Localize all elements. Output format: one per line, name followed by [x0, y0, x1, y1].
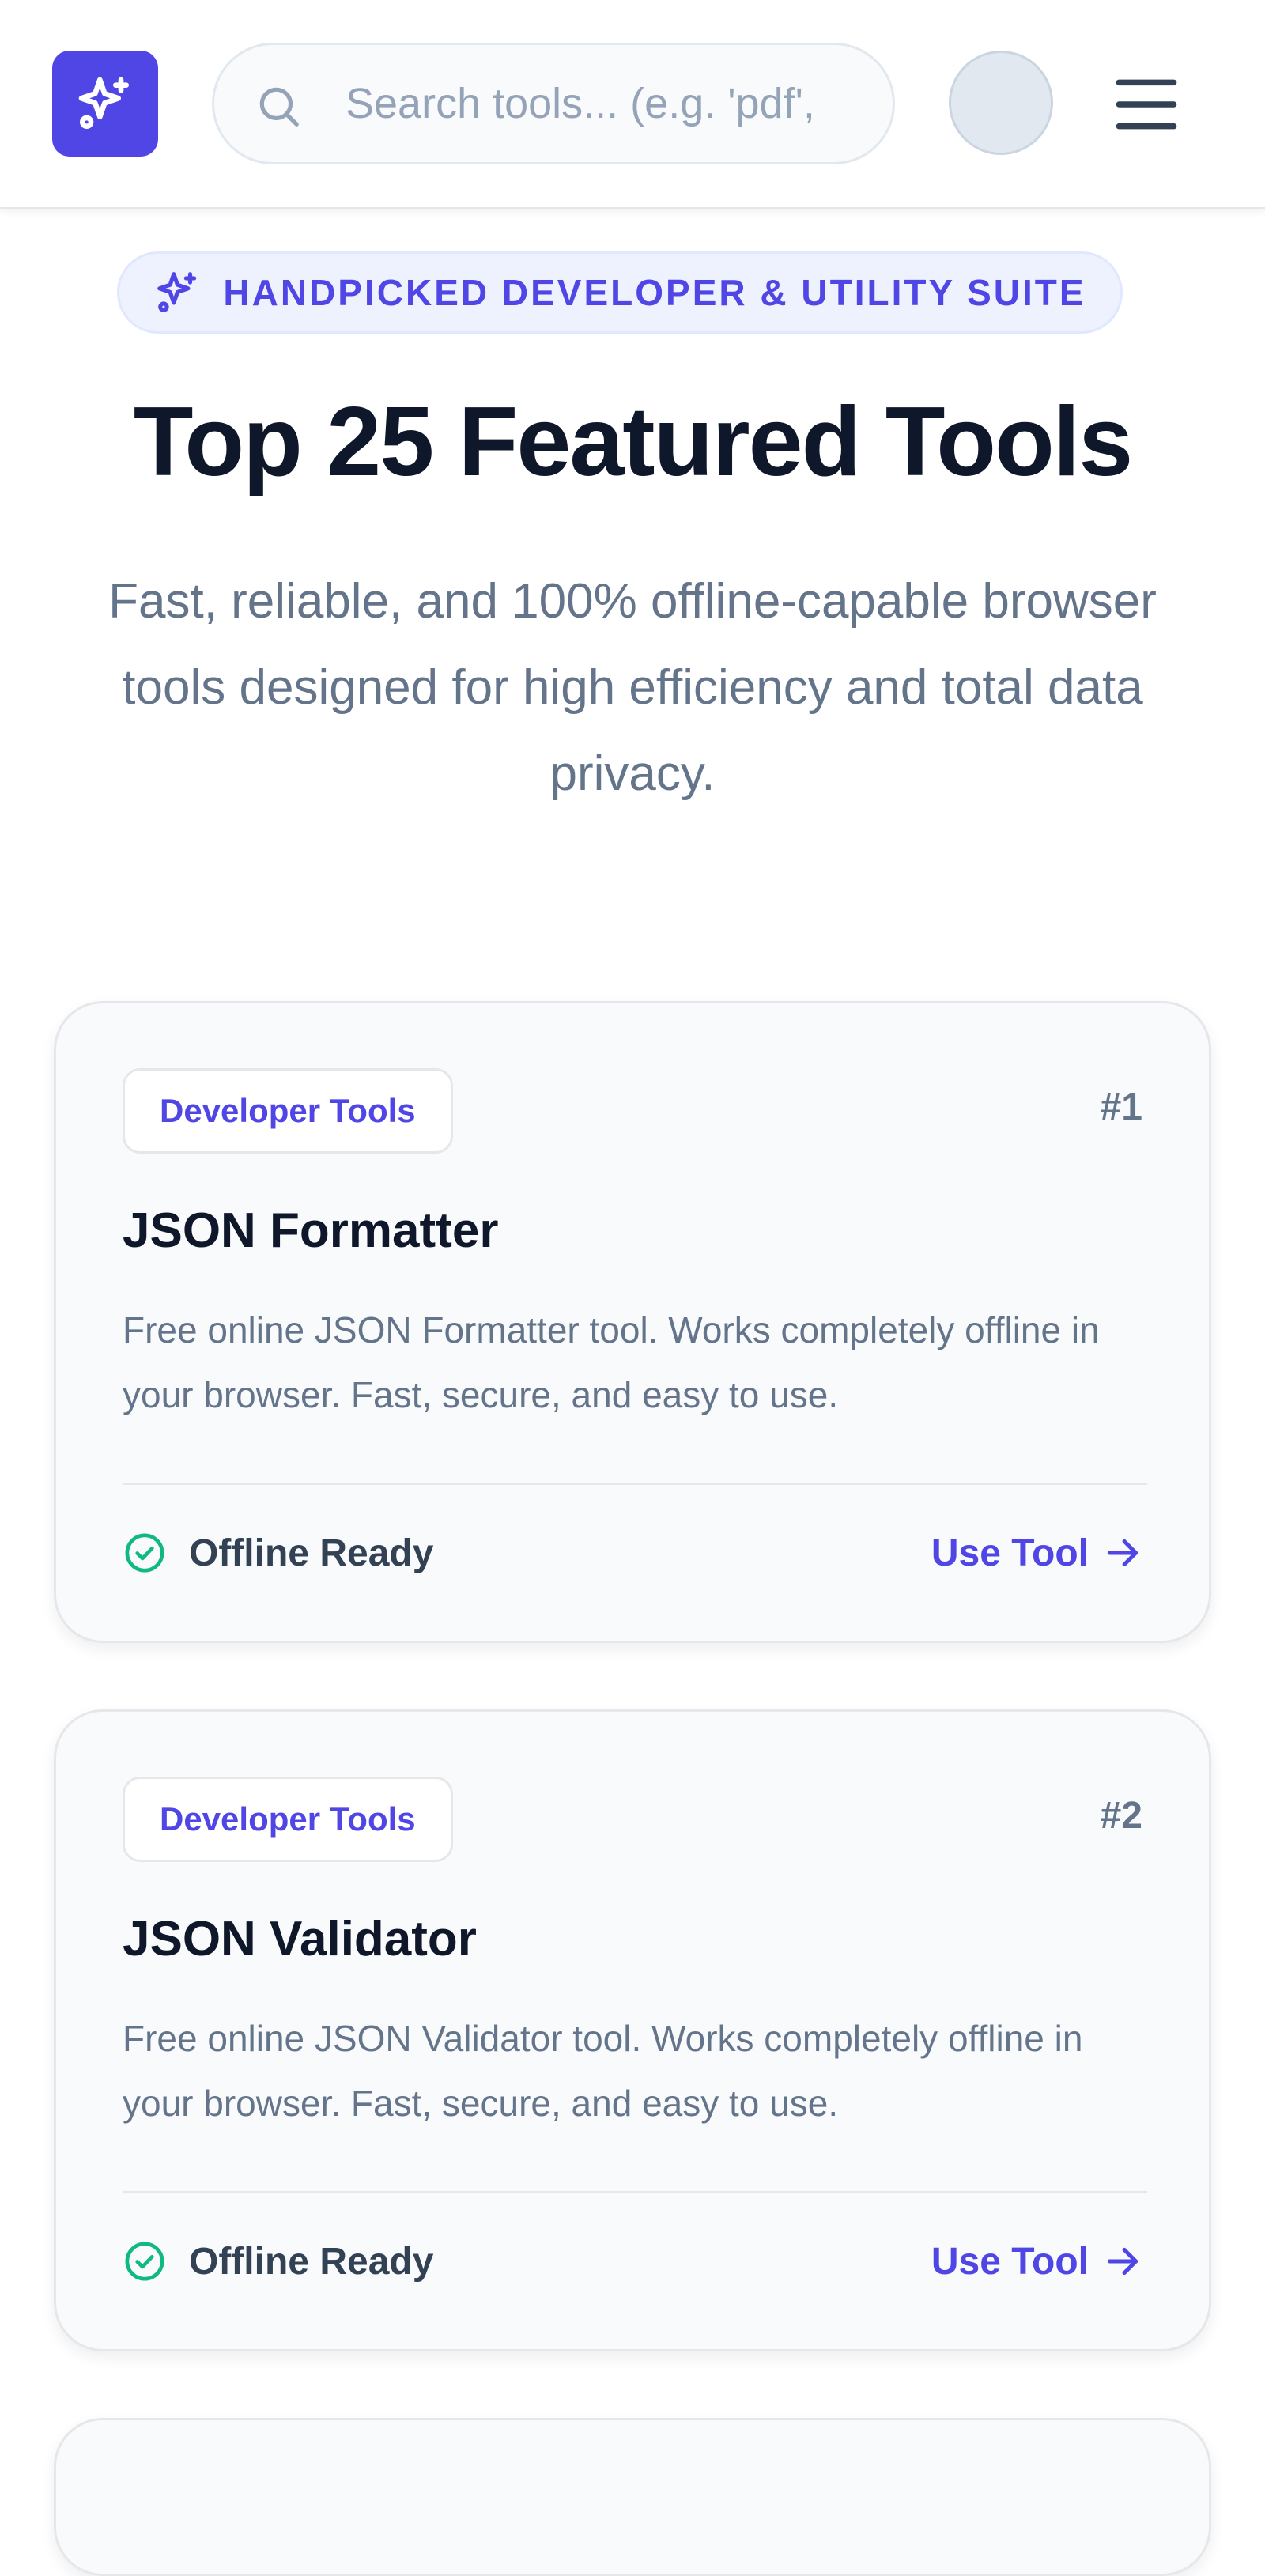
- offline-status: Offline Ready: [123, 2234, 433, 2289]
- tool-rank: #2: [1100, 1795, 1142, 1837]
- offline-status: Offline Ready: [123, 1525, 433, 1581]
- app-logo[interactable]: [52, 51, 158, 157]
- search-input[interactable]: [346, 45, 867, 162]
- arrow-right-icon: [1107, 2247, 1138, 2276]
- sparkles-icon: [157, 272, 197, 312]
- sparkles-icon: [78, 77, 130, 129]
- card-divider: [123, 1483, 1147, 1485]
- menu-icon: [1116, 79, 1177, 130]
- tool-name: JSON Validator: [123, 1912, 477, 1966]
- use-tool-button[interactable]: Use Tool: [931, 2234, 1142, 2289]
- category-tag[interactable]: Developer Tools: [123, 1068, 453, 1154]
- badge-label: HANDPICKED DEVELOPER & UTILITY SUITE: [223, 272, 1086, 313]
- tool-name: JSON Formatter: [123, 1203, 499, 1258]
- tool-description: Free online JSON Validator tool. Works c…: [123, 2018, 1083, 2124]
- card-divider: [123, 2191, 1147, 2193]
- tool-rank: #1: [1100, 1086, 1142, 1128]
- tool-card[interactable]: [54, 2418, 1211, 2576]
- menu-button[interactable]: [1107, 66, 1186, 142]
- top-bar: [0, 0, 1265, 209]
- search-icon: [259, 87, 299, 127]
- page-subtitle: Fast, reliable, and 100% offline-capable…: [108, 574, 1157, 801]
- use-tool-button[interactable]: Use Tool: [931, 1525, 1142, 1581]
- check-circle-icon: [125, 1533, 164, 1573]
- check-circle-icon: [125, 2242, 164, 2281]
- category-tag[interactable]: Developer Tools: [123, 1777, 453, 1862]
- use-tool-label: Use Tool: [931, 2240, 1089, 2283]
- page-title: Top 25 Featured Tools: [133, 387, 1133, 497]
- status-label: Offline Ready: [189, 2240, 434, 2283]
- tool-description: Free online JSON Formatter tool. Works c…: [123, 1309, 1100, 1415]
- tool-card[interactable]: Developer Tools #2 JSON Validator Free o…: [54, 1709, 1211, 2351]
- tool-card[interactable]: Developer Tools #1 JSON Formatter Free o…: [54, 1001, 1211, 1643]
- status-label: Offline Ready: [189, 1532, 434, 1574]
- suite-badge: HANDPICKED DEVELOPER & UTILITY SUITE: [117, 251, 1123, 334]
- search-bar[interactable]: [212, 43, 895, 164]
- user-avatar[interactable]: [949, 51, 1053, 155]
- arrow-right-icon: [1107, 1539, 1138, 1567]
- use-tool-label: Use Tool: [931, 1532, 1089, 1574]
